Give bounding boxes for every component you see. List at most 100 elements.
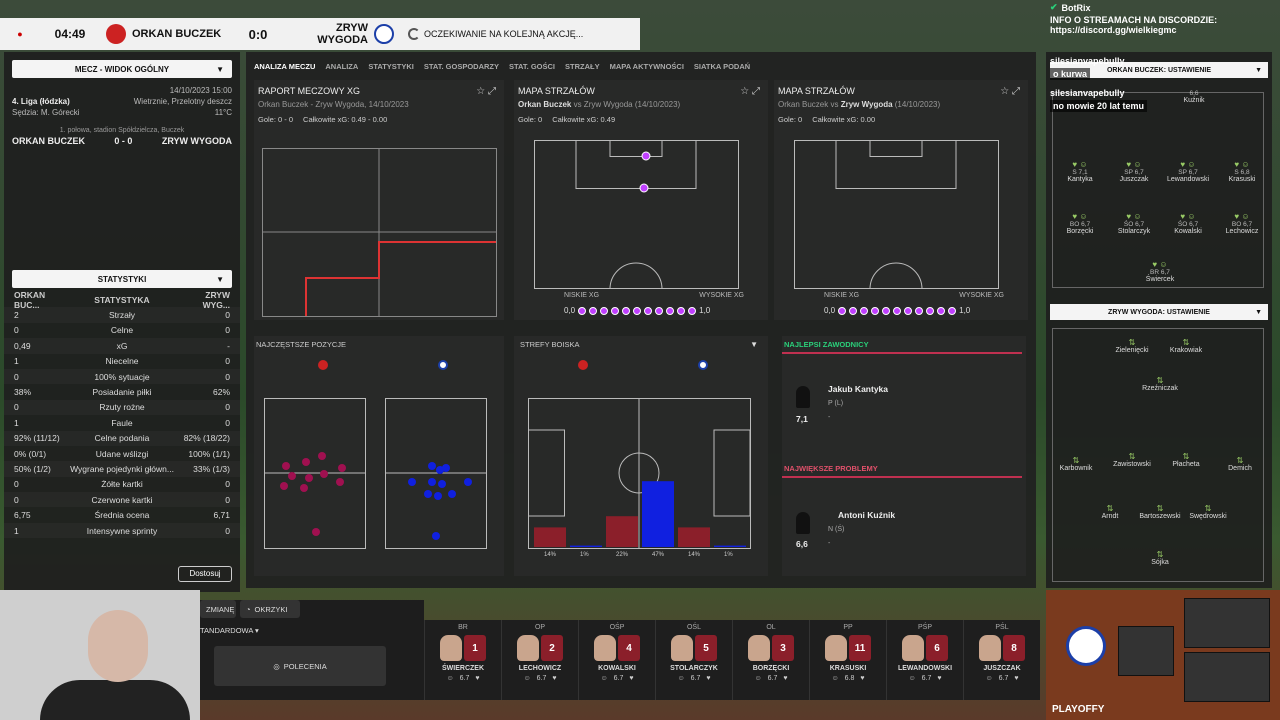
xg-scale-labels: NISKIE XG WYSOKIE XG [824,292,1004,299]
away-position-dot [428,478,436,486]
lineup-player[interactable]: ⇅ Karbownik [1046,456,1106,472]
xg-title: RAPORT MECZOWY XG [258,86,361,96]
tab-6[interactable]: MAPA AKTYWNOŚCI [610,62,684,71]
positions-title: NAJCZĘSTSZE POZYCJE [256,340,347,349]
away-lineup-dropdown[interactable]: ZRYW WYGODA: USTAWIENIE ▼ [1050,304,1268,320]
player-silhouette-icon [796,512,810,534]
expand-icon[interactable]: ⤢ [752,86,760,97]
stat-cell: 0 [225,325,230,336]
chat-username: silesianvapebully [1050,56,1125,66]
shot-marker[interactable] [639,183,649,193]
league[interactable]: 4. Liga (łódzka) [12,97,70,106]
home-position-dot [338,464,346,472]
lineup-player[interactable]: ♥ ☺ S 6,8 Krasuski [1212,160,1272,183]
shouts-button[interactable]: ◔ OKRZYKI [240,600,300,618]
lineup-player[interactable]: ♥ ☺ BO 6,7 Borzęcki [1050,212,1110,235]
best-player-name[interactable]: Jakub Kantyka [828,384,888,394]
best-player-extra: - [828,414,831,421]
view-dropdown[interactable]: MECZ - WIDOK OGÓLNY ▼ [12,60,232,78]
home-position-dot [336,478,344,486]
stat-cell: 0 [225,479,230,490]
player-card[interactable]: PP 11 KRASUSKI ☺ 6.8 ♥ [809,620,886,700]
lineup-player[interactable]: ♥ ☺ S 7,1 Kantyka [1050,160,1110,183]
star-icon[interactable]: ☆ [1000,86,1009,97]
lineup-player[interactable]: ♥ ☺ BO 6,7 Lechowicz [1212,212,1272,235]
stat-cell: 2 [14,310,19,321]
shot-map-away-card: ☆ ⤢ MAPA STRZAŁÓW Orkan Buczek vs Zryw W… [774,80,1028,320]
tactic-dropdown[interactable]: TANDARDOWA ▾ [200,626,259,635]
chat-info: INFO O STREAMACH NA DISCORDZIE: [1050,15,1218,25]
player-card[interactable]: BR 1 ŚWIERCZEK ☺ 6.7 ♥ [424,620,501,700]
lineup-player[interactable]: ⇅ Swędrowski [1178,504,1238,520]
condition-icon: ♥ [475,675,480,682]
lineup-player[interactable]: ♥ ☺ SP 6,7 Juszczak [1104,160,1164,183]
lineup-player[interactable]: ♥ ☺ BR 6,7 Świercek [1130,260,1190,283]
customize-button[interactable]: Dostosuj [178,566,232,582]
lineup-player[interactable]: 6,6 Kuźnik [1164,90,1224,104]
morale-icon: ☺ [446,675,454,682]
stats-dropdown[interactable]: STATYSTYKI ▼ [12,270,232,288]
stat-cell: 82% (18/22) [183,433,230,444]
shirt-number: 1 [464,635,486,661]
stadium-info: 1. połowa, stadion Spółdzielcza, Buczek [59,127,185,134]
pitch-zones-card: STREFY BOISKA ▼ 14% 1% 22% 47% 14% 1% [514,336,768,576]
chevron-down-icon[interactable]: ▼ [750,340,758,349]
away-crest-icon [698,360,708,370]
player-card[interactable]: PŚL 8 JUSZCZAK ☺ 6.7 ♥ [963,620,1040,700]
lineup-player[interactable]: ⇅ Demich [1210,456,1270,472]
tab-2[interactable]: STATYSTYKI [368,62,414,71]
lineup-player[interactable]: ⇅ Zawistowski [1102,452,1162,468]
player-card[interactable]: PŚP 6 LEWANDOWSKI ☺ 6.7 ♥ [886,620,963,700]
lineup-player[interactable]: ⇅ Sójka [1130,550,1190,566]
lineup-player-name: Płacheta [1172,461,1200,468]
tab-4[interactable]: STAT. GOŚCI [509,62,555,71]
lineup-player[interactable]: ♥ ☺ SP 6,7 Lewandowski [1158,160,1218,183]
weather: Wietrznie, Przelotny deszcz [133,97,232,106]
xg-scale-min: 0,0 [824,306,836,315]
tab-1[interactable]: ANALIZA [325,62,358,71]
stat-row: 0 Rzuty rożne 0 [4,400,240,415]
stat-row: 50% (1/2) Wygrane pojedynki główn... 33% (… [4,461,240,476]
lineup-player[interactable]: ♥ ☺ ŚO 6,7 Stolarczyk [1104,212,1164,235]
player-card[interactable]: OŚP 4 KOWALSKI ☺ 6.7 ♥ [578,620,655,700]
xg-dot [600,306,609,315]
tab-3[interactable]: STAT. GOSPODARZY [424,62,499,71]
arrows-icon: ⇅ [1236,456,1244,465]
orders-label: POLECENIA [283,661,327,671]
stat-cell: Strzały [109,310,135,321]
match-overview-panel: MECZ - WIDOK OGÓLNY ▼ 14/10/2023 15:00 4.… [4,52,240,592]
lineup-player[interactable]: ♥ ☺ ŚO 6,7 Kowalski [1158,212,1218,235]
chat-message: o kurwa [1050,68,1091,80]
tab-0[interactable]: ANALIZA MECZU [254,62,315,71]
scoreboard: ● 04:49 ORKAN BUCZEK 0:0 ZRYW WYGODA OCZ… [0,18,640,50]
player-card[interactable]: OL 3 BORZĘCKI ☺ 6.7 ♥ [732,620,809,700]
zone-bar [534,527,566,547]
chat-link[interactable]: https://discord.gg/wielkiegmc [1046,25,1280,35]
tab-5[interactable]: STRZAŁY [565,62,600,71]
away-position-dot [464,478,472,486]
stat-cell: Czerwone kartki [91,494,153,505]
lineup-player[interactable]: ⇅ Rzeźniczak [1130,376,1190,392]
player-card[interactable]: OP 2 LECHOWICZ ☺ 6.7 ♥ [501,620,578,700]
chat-messages: silesianvapebully o kurwa silesianvapebu… [1050,56,1148,112]
tab-7[interactable]: SIATKA PODAŃ [694,62,750,71]
star-icon[interactable]: ☆ [740,86,749,97]
expand-icon[interactable]: ⤢ [1012,86,1020,97]
orders-button[interactable]: ◎ POLECENIA [214,646,386,686]
lineup-player[interactable]: ⇅ Krakowiak [1156,338,1216,354]
lineup-player[interactable]: ⇅ Zielenięcki [1102,338,1162,354]
stats-head-home: ORKAN BUC... [14,289,46,310]
expand-icon[interactable]: ⤢ [488,86,496,97]
player-name: LECHOWICZ [518,665,562,672]
stat-cell: Żółte kartki [101,479,143,490]
shot-marker[interactable] [641,151,651,161]
lineup-player-name: Demich [1228,465,1252,472]
lineup-player[interactable]: ⇅ Płacheta [1156,452,1216,468]
worst-player-name[interactable]: Antoni Kuźnik [838,510,895,520]
star-icon[interactable]: ☆ [476,86,485,97]
player-rating: 6.7 [613,675,624,682]
player-name: STOLARCZYK [670,665,718,672]
change-button[interactable]: ZMIANĘ [200,600,236,618]
morale-icon: ☺ [523,675,531,682]
player-card[interactable]: OŚL 5 STOLARCZYK ☺ 6.7 ♥ [655,620,732,700]
